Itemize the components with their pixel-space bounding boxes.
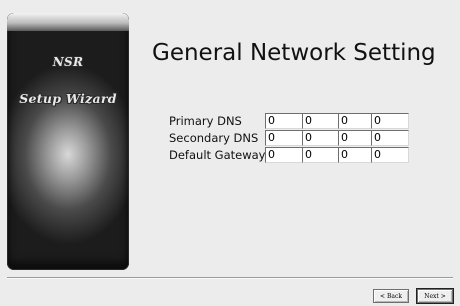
page-title: General Network Setting	[152, 40, 436, 66]
primary-dns-octet-4[interactable]	[371, 113, 409, 129]
primary-dns-octet-1[interactable]	[265, 113, 303, 129]
default-gateway-octet-1[interactable]	[265, 147, 303, 163]
banner-wizard-name: Setup Wizard	[19, 91, 117, 106]
primary-dns-row: Primary DNS	[169, 113, 409, 129]
primary-dns-octet-2[interactable]	[302, 113, 340, 129]
default-gateway-octet-4[interactable]	[371, 147, 409, 163]
secondary-dns-octet-1[interactable]	[265, 130, 303, 146]
secondary-dns-row: Secondary DNS	[169, 130, 409, 146]
banner-product-name: NSR	[52, 55, 84, 69]
secondary-dns-label: Secondary DNS	[169, 131, 259, 145]
secondary-dns-octet-2[interactable]	[302, 130, 340, 146]
default-gateway-label: Default Gateway	[169, 148, 266, 162]
setup-wizard-window: NSR Setup Wizard General Network Setting…	[0, 0, 460, 306]
default-gateway-octet-2[interactable]	[302, 147, 340, 163]
primary-dns-label: Primary DNS	[169, 114, 242, 128]
footer-divider	[7, 277, 453, 279]
default-gateway-row: Default Gateway	[169, 147, 409, 163]
wizard-banner: NSR Setup Wizard	[7, 13, 129, 270]
secondary-dns-octet-4[interactable]	[371, 130, 409, 146]
banner-highlight	[7, 13, 129, 31]
back-button[interactable]: < Back	[373, 289, 409, 303]
next-button[interactable]: Next >	[417, 289, 453, 303]
